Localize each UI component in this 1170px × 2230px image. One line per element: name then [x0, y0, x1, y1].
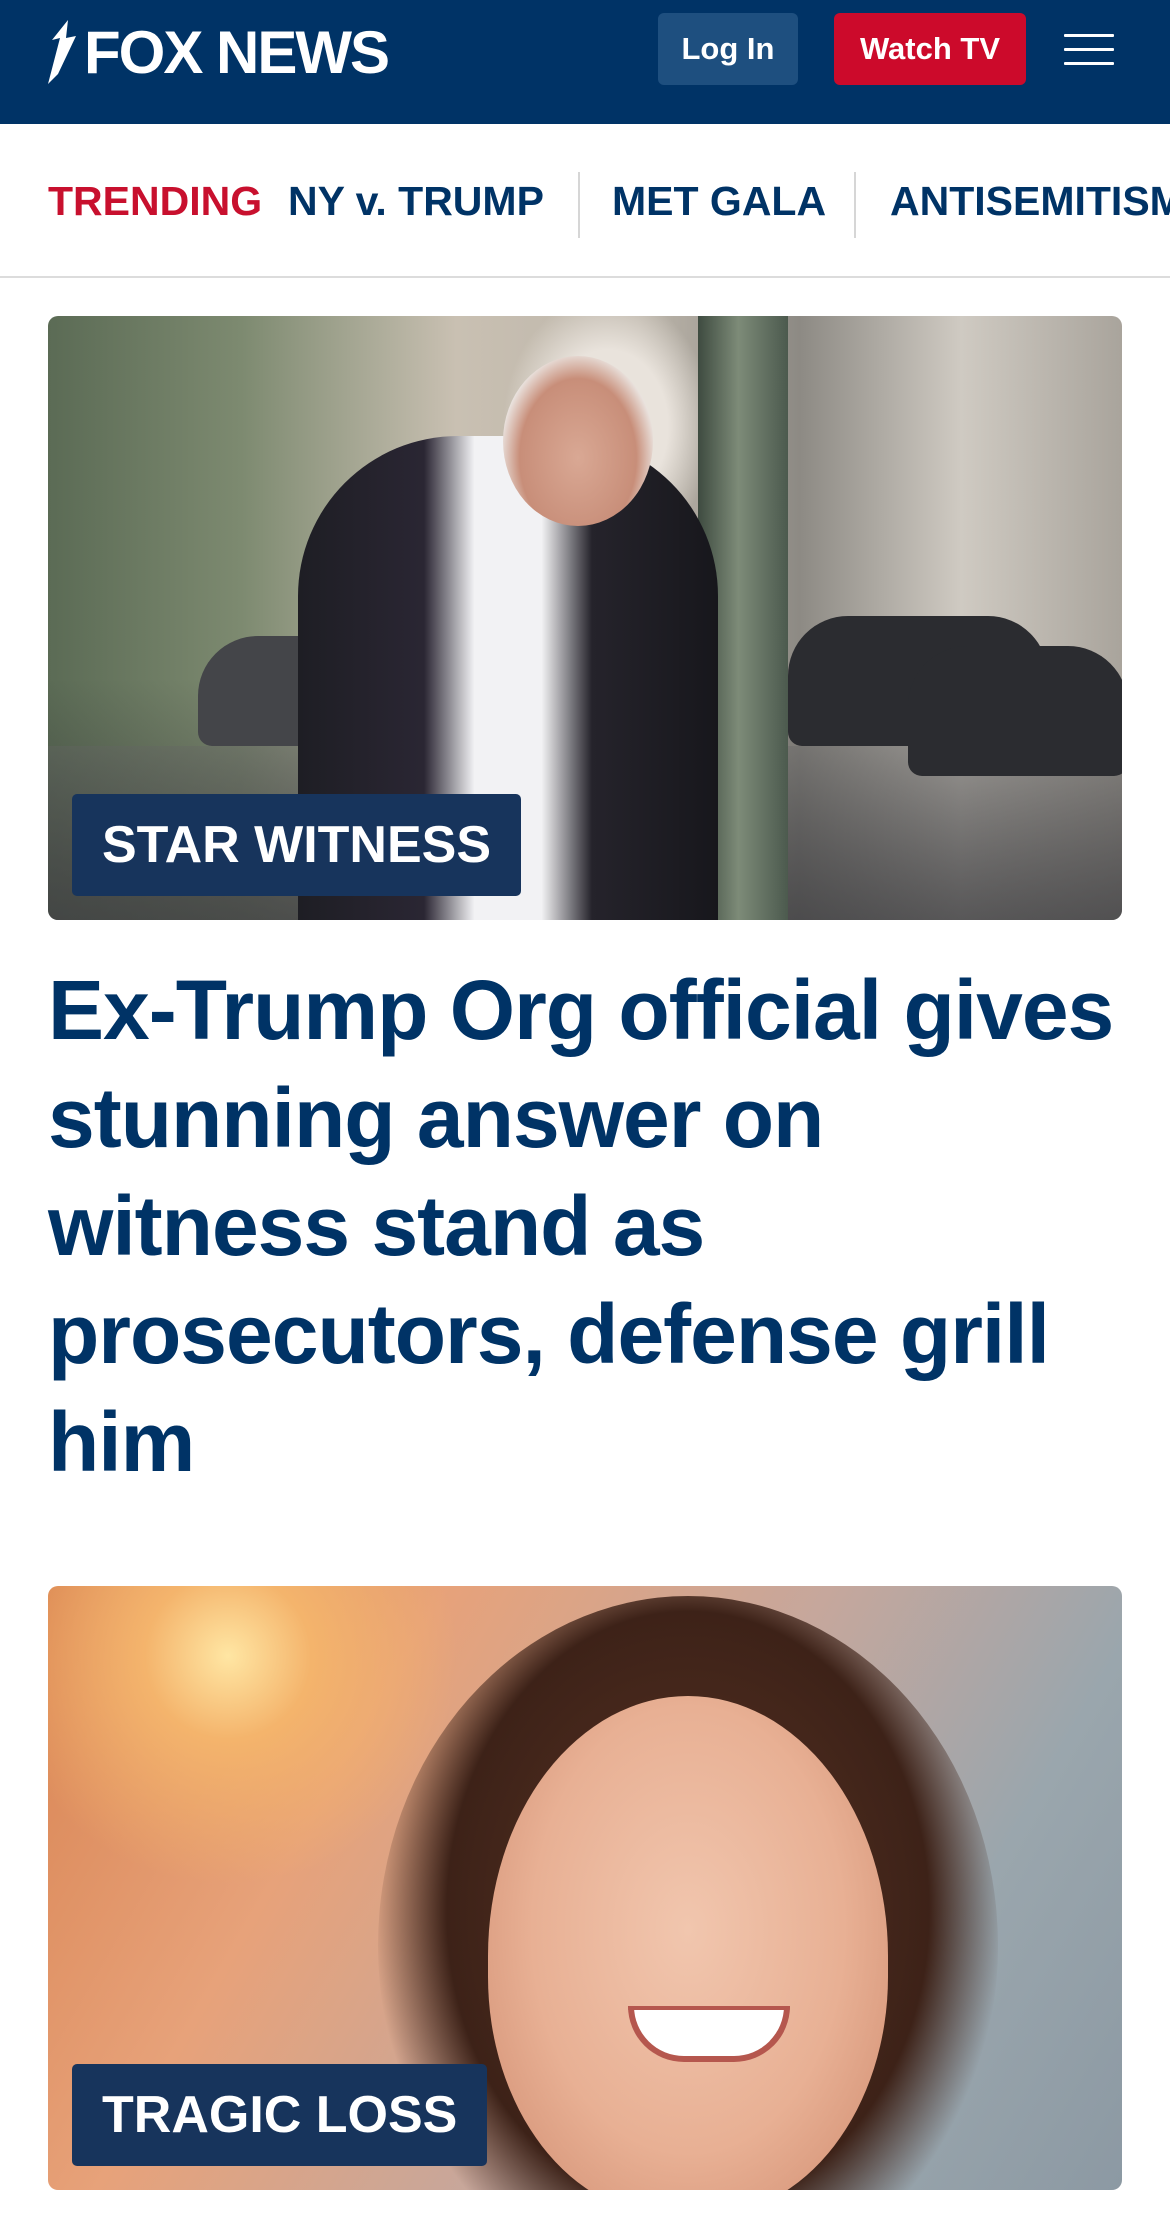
car-shape — [908, 646, 1122, 776]
story-image[interactable]: TRAGIC LOSS — [48, 1586, 1122, 2190]
trending-item-ny-v-trump[interactable]: NY v. TRUMP — [288, 176, 544, 226]
trending-divider — [578, 172, 580, 238]
site-header: FOX NEWS Log In Watch TV — [0, 0, 1170, 124]
trending-item-met-gala[interactable]: MET GALA — [612, 176, 826, 226]
fox-news-logo[interactable]: FOX NEWS — [46, 18, 390, 88]
story-headline[interactable]: Ex-Trump Org official gives stunning ans… — [48, 956, 1122, 1496]
fox-logo-mark-icon — [46, 18, 82, 88]
story-image[interactable]: STAR WITNESS — [48, 316, 1122, 920]
story-category-label: TRAGIC LOSS — [72, 2064, 488, 2166]
logo-text: FOX NEWS — [84, 19, 390, 86]
trending-bar: TRENDING NY v. TRUMP MET GALA ANTISEMITI… — [0, 124, 1170, 278]
story-category-label: STAR WITNESS — [72, 794, 522, 896]
trending-item-antisemitism[interactable]: ANTISEMITISM — [890, 176, 1170, 226]
hamburger-menu-icon[interactable] — [1064, 30, 1116, 68]
trending-divider — [854, 172, 856, 238]
login-button[interactable]: Log In — [658, 13, 798, 85]
person-face — [488, 1696, 888, 2190]
trending-label: TRENDING — [48, 178, 263, 224]
witness-head — [503, 356, 653, 526]
watch-tv-button[interactable]: Watch TV — [834, 13, 1026, 85]
